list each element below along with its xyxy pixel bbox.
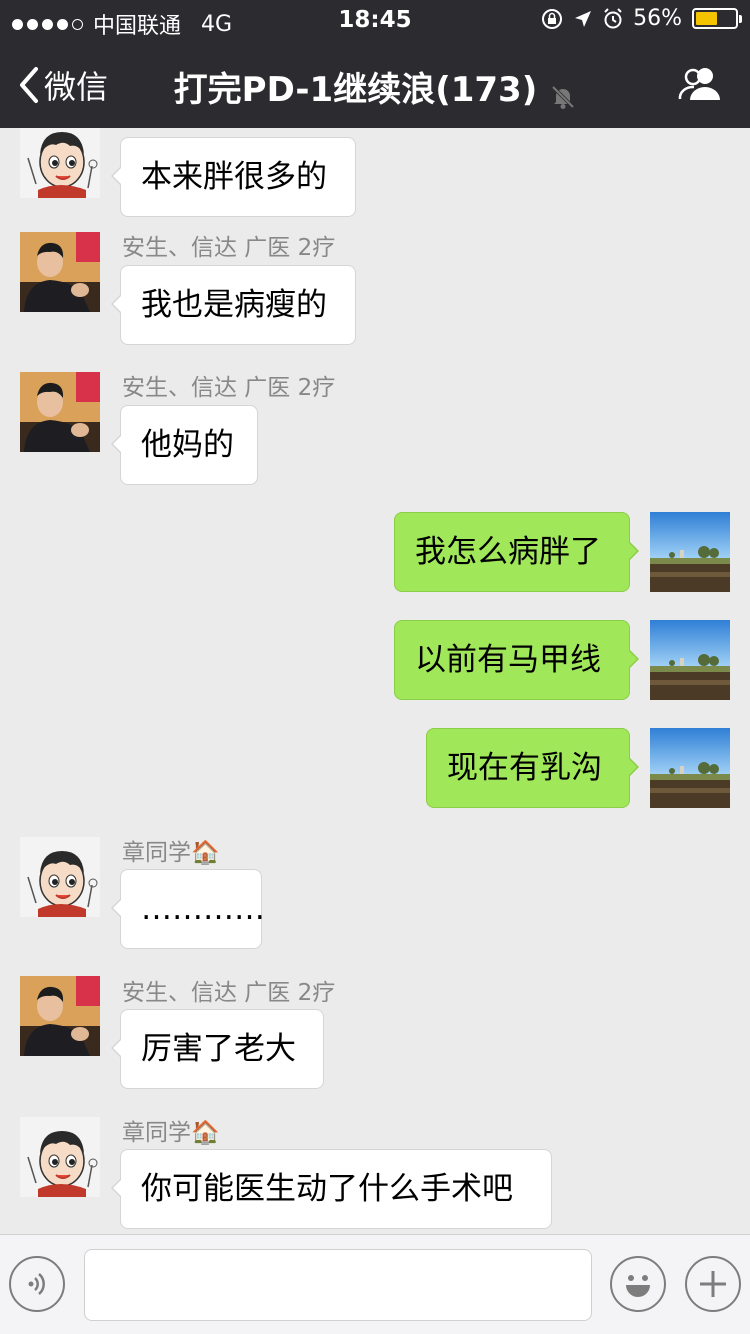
- outgoing-message-bubble[interactable]: 以前有马甲线: [394, 620, 639, 700]
- my-avatar[interactable]: [650, 728, 730, 808]
- battery-percent: 56%: [633, 6, 682, 31]
- group-icon: [678, 68, 720, 100]
- location-icon: [575, 10, 592, 27]
- alarm-icon: [604, 7, 622, 28]
- battery-icon: [692, 8, 742, 29]
- outgoing-message-bubble[interactable]: 我怎么病胖了: [394, 512, 639, 592]
- navigation-bar: 微信 打完PD-1继续浪(173): [0, 40, 750, 128]
- message-text-input[interactable]: [84, 1249, 592, 1321]
- incoming-message-bubble[interactable]: 你可能医生动了什么手术吧: [111, 1149, 552, 1229]
- incoming-message-bubble[interactable]: 他妈的: [111, 405, 258, 485]
- battery-fill: [696, 12, 718, 25]
- sender-avatar[interactable]: [20, 372, 100, 452]
- input-bar: [0, 1234, 750, 1334]
- emoji-icon: [626, 1275, 650, 1297]
- incoming-message-bubble[interactable]: …………: [111, 869, 265, 949]
- my-avatar[interactable]: [650, 620, 730, 700]
- emoji-button[interactable]: [610, 1256, 666, 1312]
- outgoing-message-bubble[interactable]: 现在有乳沟: [426, 728, 639, 808]
- sender-avatar[interactable]: [20, 1117, 100, 1197]
- status-right: 56%: [541, 6, 742, 31]
- sender-name: 安生、信达 广医 2疗: [122, 375, 336, 401]
- mute-bell-icon: [552, 85, 575, 109]
- sender-name: 安生、信达 广医 2疗: [122, 980, 336, 1006]
- sender-name: 章同学🏠: [122, 1120, 220, 1146]
- group-members-button[interactable]: [678, 66, 726, 106]
- voice-button[interactable]: [9, 1256, 65, 1312]
- top-bar: 中国联通 4G 18:45 56% 微信 打完PD-1继续浪(173): [0, 0, 750, 128]
- sender-avatar[interactable]: [20, 128, 100, 198]
- status-bar: 中国联通 4G 18:45 56%: [0, 0, 750, 40]
- incoming-message-bubble[interactable]: 我也是病瘦的: [111, 265, 356, 345]
- sender-avatar[interactable]: [20, 837, 100, 917]
- orientation-lock-icon: [542, 8, 563, 29]
- voice-icon: [28, 1273, 45, 1295]
- sender-avatar[interactable]: [20, 232, 100, 312]
- chat-title: 打完PD-1继续浪(173): [173, 70, 538, 110]
- sender-avatar[interactable]: [20, 976, 100, 1056]
- incoming-message-bubble[interactable]: 本来胖很多的: [111, 137, 356, 217]
- plus-icon: [700, 1271, 726, 1297]
- incoming-message-bubble[interactable]: 厉害了老大: [111, 1009, 324, 1089]
- my-avatar[interactable]: [650, 512, 730, 592]
- more-button[interactable]: [685, 1256, 741, 1312]
- sender-name: 章同学🏠: [122, 840, 220, 866]
- message-list[interactable]: 本来胖很多的 安生、信达 广医 2疗 我也是病瘦的 安生、信达 广医 2疗 他妈的 我怎么…: [0, 128, 750, 1234]
- title-wrap: 打完PD-1继续浪(173): [0, 62, 750, 111]
- sender-name: 安生、信达 广医 2疗: [122, 235, 336, 261]
